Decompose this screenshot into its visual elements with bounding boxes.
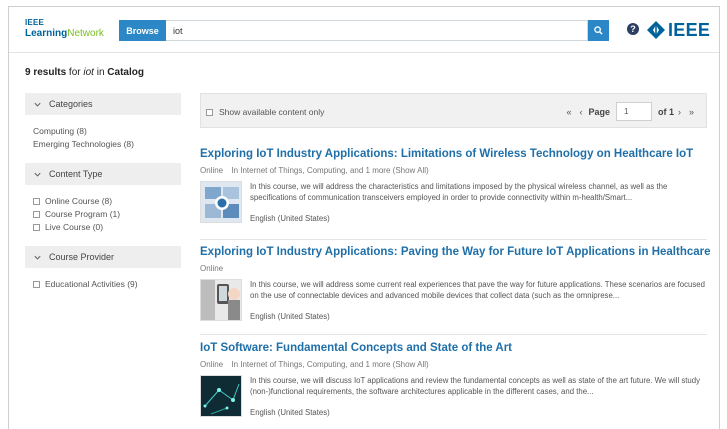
results-summary: 9 results for iot in Catalog — [25, 67, 144, 78]
summary-in-text: in — [96, 67, 105, 78]
chevron-down-icon — [34, 255, 41, 260]
logo-learning-text: Learning — [25, 28, 68, 39]
result-language: English (United States) — [250, 312, 330, 321]
course-thumbnail[interactable] — [200, 375, 242, 417]
checkbox[interactable] — [33, 198, 40, 205]
search-button[interactable] — [588, 20, 609, 41]
last-page-icon[interactable]: » — [689, 107, 694, 117]
search-bar: Browse — [119, 20, 609, 41]
filter-label: Course Program (1) — [45, 209, 121, 219]
logo-ieee-text: IEEE — [25, 18, 45, 27]
show-available-toggle[interactable]: Show available content only — [206, 107, 324, 117]
result-item: IoT Software: Fundamental Concepts and S… — [200, 342, 707, 421]
filter-educational-activities[interactable]: Educational Activities (9) — [33, 278, 181, 291]
filter-label: Online Course (8) — [45, 196, 113, 206]
network-image-icon — [201, 182, 241, 222]
ieee-diamond-icon — [647, 21, 665, 39]
pagination: « ‹ Page of 1 › » — [562, 102, 698, 121]
results-toolbar: Show available content only « ‹ Page of … — [200, 93, 707, 128]
ieee-wordmark: IEEE — [668, 19, 711, 40]
result-body: In this course, we will discuss IoT appl… — [200, 375, 707, 421]
learning-network-logo[interactable]: IEEE LearningNetwork — [25, 18, 105, 44]
page-number-input[interactable] — [615, 102, 652, 121]
result-categories: In Internet of Things, Computing, and 1 … — [231, 166, 391, 175]
chevron-down-icon — [34, 102, 41, 107]
logo-wordmark: LearningNetwork — [25, 27, 105, 40]
facet-link-emerging-technologies[interactable]: Emerging Technologies (8) — [33, 138, 181, 151]
circuit-image-icon — [201, 376, 241, 416]
browse-button[interactable]: Browse — [119, 20, 166, 41]
facet-link-computing[interactable]: Computing (8) — [33, 125, 181, 138]
result-divider — [200, 334, 707, 335]
facet-course-provider-header[interactable]: Course Provider — [25, 246, 181, 268]
result-item: Exploring IoT Industry Applications: Lim… — [200, 148, 707, 227]
checkbox[interactable] — [33, 211, 40, 218]
result-language: English (United States) — [250, 408, 330, 417]
result-title-link[interactable]: Exploring IoT Industry Applications: Lim… — [200, 148, 707, 160]
filter-label: Live Course (0) — [45, 222, 104, 232]
filter-sidebar: Categories Computing (8) Emerging Techno… — [25, 93, 181, 303]
course-thumbnail[interactable] — [200, 279, 242, 321]
top-header: IEEE LearningNetwork Browse ? IEEE — [9, 7, 719, 53]
course-thumbnail[interactable] — [200, 181, 242, 223]
facet-content-type-body: Online Course (8) Course Program (1) Liv… — [25, 185, 181, 246]
page-label: Page — [588, 106, 610, 117]
facet-content-type-header[interactable]: Content Type — [25, 163, 181, 185]
result-description: In this course, we will address the char… — [250, 182, 668, 202]
result-body: In this course, we will address the char… — [200, 181, 707, 227]
prev-page-icon[interactable]: ‹ — [579, 107, 582, 117]
result-format: Online — [200, 264, 224, 273]
result-format: Online — [200, 360, 224, 369]
result-description: In this course, we will address some cur… — [250, 280, 705, 300]
result-language: English (United States) — [250, 214, 330, 223]
show-all-link[interactable]: (Show All) — [393, 166, 429, 175]
facet-course-provider-label: Course Provider — [49, 252, 115, 262]
device-image-icon — [201, 280, 241, 320]
show-available-label: Show available content only — [219, 107, 325, 117]
search-input[interactable] — [166, 20, 588, 41]
checkbox[interactable] — [206, 108, 213, 116]
result-divider — [200, 239, 707, 240]
show-all-link[interactable]: (Show All) — [393, 360, 429, 369]
filter-label: Educational Activities (9) — [45, 279, 138, 289]
result-meta: Online In Internet of Things, Computing,… — [200, 360, 707, 369]
checkbox[interactable] — [33, 281, 40, 288]
facet-categories-body: Computing (8) Emerging Technologies (8) — [25, 115, 181, 163]
result-categories: In Internet of Things, Computing, and 1 … — [231, 360, 391, 369]
next-page-icon[interactable]: › — [678, 107, 681, 117]
facet-categories-label: Categories — [49, 99, 93, 109]
summary-for-text: for — [68, 67, 81, 78]
facet-course-provider-body: Educational Activities (9) — [25, 268, 181, 303]
summary-scope: Catalog — [107, 67, 144, 78]
facet-content-type-label: Content Type — [49, 169, 103, 179]
filter-course-program[interactable]: Course Program (1) — [33, 208, 181, 221]
result-description: In this course, we will discuss IoT appl… — [250, 376, 700, 396]
filter-live-course[interactable]: Live Course (0) — [33, 221, 181, 234]
results-count: 9 results — [25, 67, 67, 78]
facet-categories-header[interactable]: Categories — [25, 93, 181, 115]
result-title-link[interactable]: Exploring IoT Industry Applications: Pav… — [200, 246, 711, 258]
result-meta: Online — [200, 264, 707, 273]
page-total: of 1 — [657, 106, 674, 117]
result-title-link[interactable]: IoT Software: Fundamental Concepts and S… — [200, 342, 707, 354]
filter-online-course[interactable]: Online Course (8) — [33, 195, 181, 208]
logo-network-text: Network — [67, 28, 104, 39]
result-item: Exploring IoT Industry Applications: Pav… — [200, 246, 711, 325]
result-format: Online — [200, 166, 224, 175]
checkbox[interactable] — [33, 224, 40, 231]
result-meta: Online In Internet of Things, Computing,… — [200, 166, 707, 175]
summary-query: iot — [83, 67, 94, 78]
result-body: In this course, we will address some cur… — [200, 279, 707, 325]
ieee-logo[interactable]: IEEE — [646, 19, 710, 41]
first-page-icon[interactable]: « — [566, 107, 571, 117]
search-icon — [594, 26, 603, 35]
help-icon[interactable]: ? — [627, 23, 639, 35]
app-frame: IEEE LearningNetwork Browse ? IEEE — [8, 6, 720, 429]
chevron-down-icon — [34, 172, 41, 177]
